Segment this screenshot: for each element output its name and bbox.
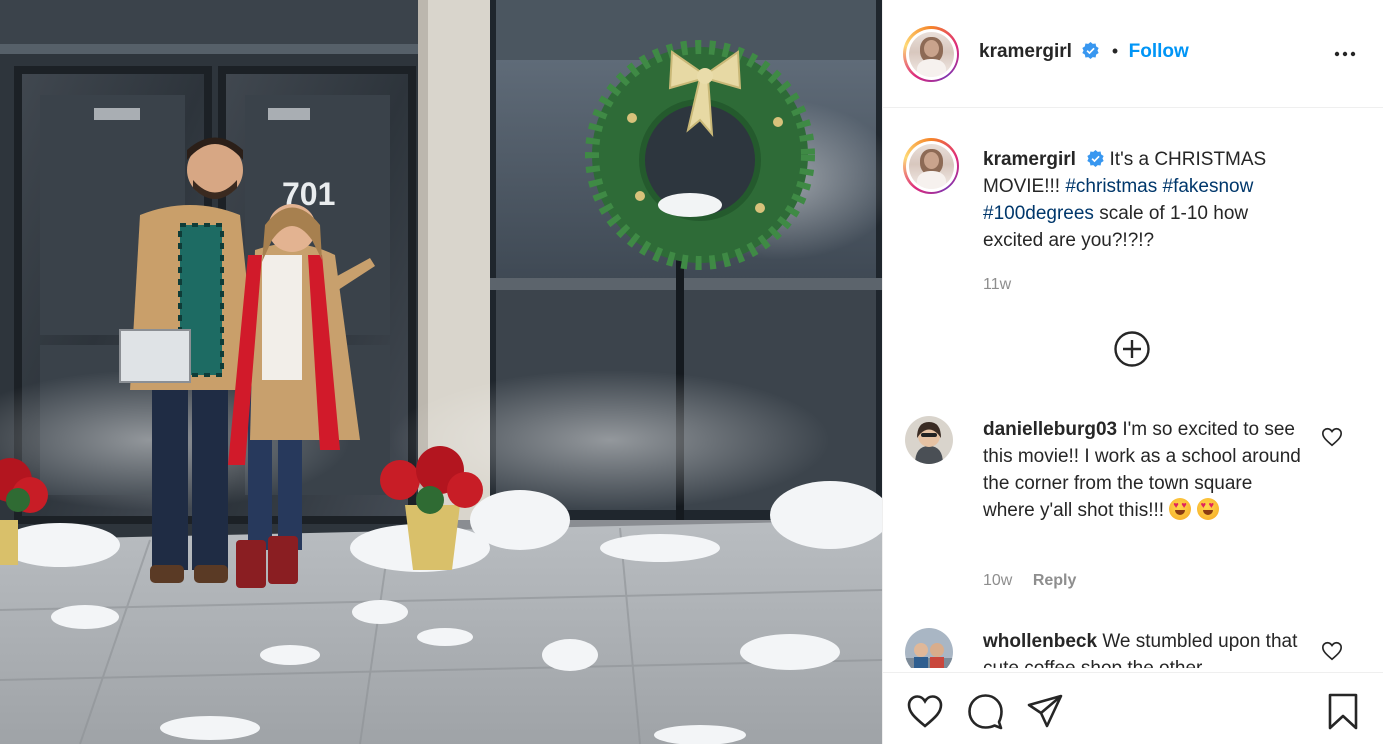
avatar[interactable] [908, 143, 954, 189]
comment-username[interactable]: whollenbeck [983, 631, 1097, 652]
verified-badge-icon [1082, 42, 1100, 59]
comment-timestamp[interactable]: 10w [983, 572, 1012, 589]
hashtag-link[interactable]: #fakesnow [1163, 176, 1254, 197]
post-image: 701 [0, 0, 882, 744]
heart-icon[interactable] [1321, 426, 1343, 448]
author-username[interactable]: kramergirl [979, 41, 1072, 62]
comment-meta: 10w Reply [983, 572, 1076, 590]
avatar[interactable] [905, 628, 953, 668]
post-header: kramergirl • Follow [883, 0, 1383, 108]
header-separator: • [1111, 41, 1119, 61]
author-avatar-ring[interactable] [903, 26, 959, 82]
avatar[interactable] [908, 31, 954, 77]
hashtag-link[interactable]: #christmas [1065, 176, 1157, 197]
caption-timestamp[interactable]: 11w [983, 276, 1011, 294]
plus-circle-icon[interactable] [1113, 330, 1151, 368]
caption-avatar-ring[interactable] [903, 138, 959, 194]
bookmark-icon[interactable] [1323, 691, 1363, 731]
heart-icon[interactable] [1321, 640, 1343, 662]
more-options-icon[interactable] [1333, 42, 1357, 66]
share-icon[interactable] [1025, 691, 1065, 731]
comment-text: whollenbeck We stumbled upon that cute c… [983, 628, 1309, 668]
avatar[interactable] [905, 416, 953, 464]
action-bar [883, 672, 1383, 744]
heart-eyes-emoji [1196, 498, 1219, 520]
post-photo: 701 [0, 0, 882, 744]
heart-eyes-emoji [1169, 498, 1192, 520]
follow-button[interactable]: Follow [1129, 41, 1189, 62]
comment-clip-area: whollenbeck We stumbled upon that cute c… [883, 620, 1383, 668]
post-details-panel: kramergirl • Follow kramergirl It's a CH… [882, 0, 1383, 744]
reply-button[interactable]: Reply [1033, 572, 1077, 589]
comment-text: danielleburg03 I'm so excited to see thi… [983, 416, 1309, 524]
verified-badge-icon [1087, 150, 1104, 167]
hashtag-link[interactable]: #100degrees [983, 203, 1094, 224]
header-author-line: kramergirl • Follow [979, 41, 1189, 63]
heart-icon[interactable] [905, 691, 945, 731]
caption-username[interactable]: kramergirl [983, 149, 1076, 170]
comment-icon[interactable] [965, 691, 1005, 731]
caption-text: kramergirl It's a CHRISTMAS MOVIE!!! #ch… [983, 146, 1303, 254]
comment-username[interactable]: danielleburg03 [983, 419, 1117, 440]
